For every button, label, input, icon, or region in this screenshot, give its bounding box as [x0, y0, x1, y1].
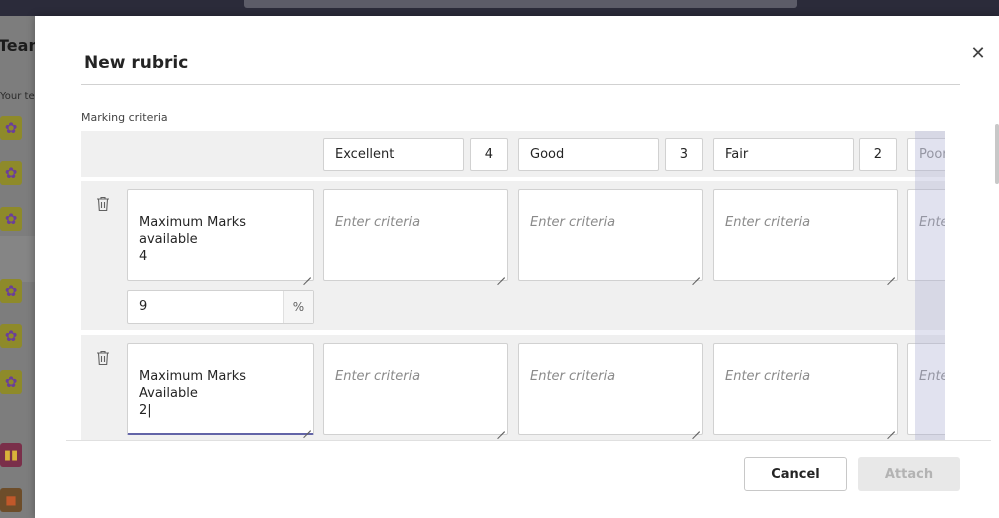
criterion-row: Maximum Marks available 4 Enter criteria…: [81, 181, 945, 330]
criterion-cell-placeholder: Enter criteria: [335, 369, 421, 384]
criterion-cell-input[interactable]: Enter criteria: [323, 343, 508, 435]
criterion-cell-input[interactable]: Enter criteria: [518, 343, 703, 435]
criterion-cell-placeholder: Enter criteria: [530, 215, 616, 230]
criterion-cell-input[interactable]: Enter criteria: [713, 189, 898, 281]
footer-divider: [66, 440, 991, 441]
trash-icon[interactable]: [96, 196, 110, 212]
level-name-input[interactable]: Excellent: [323, 138, 464, 171]
search-bar: [244, 0, 797, 8]
team-app-icon: ■: [0, 488, 22, 512]
team-gear-icon: ✿: [0, 370, 22, 394]
resize-handle-icon[interactable]: [303, 423, 311, 431]
resize-handle-icon[interactable]: [692, 424, 700, 432]
resize-handle-icon[interactable]: [303, 270, 311, 278]
weight-value: 9: [139, 299, 148, 314]
resize-handle-icon[interactable]: [692, 270, 700, 278]
level-points-input[interactable]: 2: [859, 138, 897, 171]
criterion-description-text: Maximum Marks available 4: [139, 215, 247, 264]
criterion-cell-placeholder: Enter criteria: [335, 215, 421, 230]
trash-icon[interactable]: [96, 350, 110, 366]
level-name-input[interactable]: Good: [518, 138, 659, 171]
team-gear-icon: ✿: [0, 207, 22, 231]
team-gear-icon: ✿: [0, 116, 22, 140]
levels-header-row: Excellent 4 Good 3 Fair 2 Poor: [81, 131, 945, 177]
app-top-bar: [0, 0, 999, 16]
team-gear-icon: ✿: [0, 324, 22, 348]
rubric-grid: Excellent 4 Good 3 Fair 2 Poor Maximum M…: [81, 131, 945, 440]
resize-handle-icon[interactable]: [887, 270, 895, 278]
criterion-description-input[interactable]: Maximum Marks Available 2|: [127, 343, 314, 435]
criterion-cell-placeholder: Enter criteria: [725, 215, 811, 230]
level-points-input[interactable]: 4: [470, 138, 508, 171]
criterion-cell-input[interactable]: Enter criteria: [323, 189, 508, 281]
close-icon[interactable]: ✕: [968, 43, 988, 64]
title-divider: [81, 84, 960, 85]
teams-section-band: [0, 236, 35, 282]
section-label: Marking criteria: [81, 111, 168, 124]
teams-list-panel: Team Your tea ✿ ✿ ✿ ✿ ✿ ✿ ▮▮ ■: [0, 16, 45, 518]
vertical-scrollbar[interactable]: [995, 124, 999, 184]
criterion-row: Maximum Marks Available 2| Enter criteri…: [81, 335, 945, 440]
criterion-description-input[interactable]: Maximum Marks available 4: [127, 189, 314, 281]
cancel-button[interactable]: Cancel: [744, 457, 847, 491]
percent-suffix: %: [283, 291, 313, 323]
team-gear-icon: ✿: [0, 161, 22, 185]
scroll-shadow-overlay: [915, 131, 945, 440]
new-rubric-dialog: New rubric ✕ Marking criteria Excellent …: [35, 16, 999, 518]
attach-button[interactable]: Attach: [858, 457, 960, 491]
criterion-cell-input[interactable]: Enter criteria: [518, 189, 703, 281]
level-name-input[interactable]: Fair: [713, 138, 854, 171]
resize-handle-icon[interactable]: [497, 424, 505, 432]
team-chart-icon: ▮▮: [0, 443, 22, 467]
resize-handle-icon[interactable]: [497, 270, 505, 278]
resize-handle-icon[interactable]: [887, 424, 895, 432]
level-points-input[interactable]: 3: [665, 138, 703, 171]
criterion-cell-placeholder: Enter criteria: [725, 369, 811, 384]
criterion-cell-input[interactable]: Enter criteria: [713, 343, 898, 435]
criterion-cell-placeholder: Enter criteria: [530, 369, 616, 384]
dialog-title: New rubric: [84, 53, 189, 73]
criterion-description-text: Maximum Marks Available 2|: [139, 369, 247, 418]
criterion-weight-input[interactable]: 9 %: [127, 290, 314, 324]
team-gear-icon: ✿: [0, 279, 22, 303]
